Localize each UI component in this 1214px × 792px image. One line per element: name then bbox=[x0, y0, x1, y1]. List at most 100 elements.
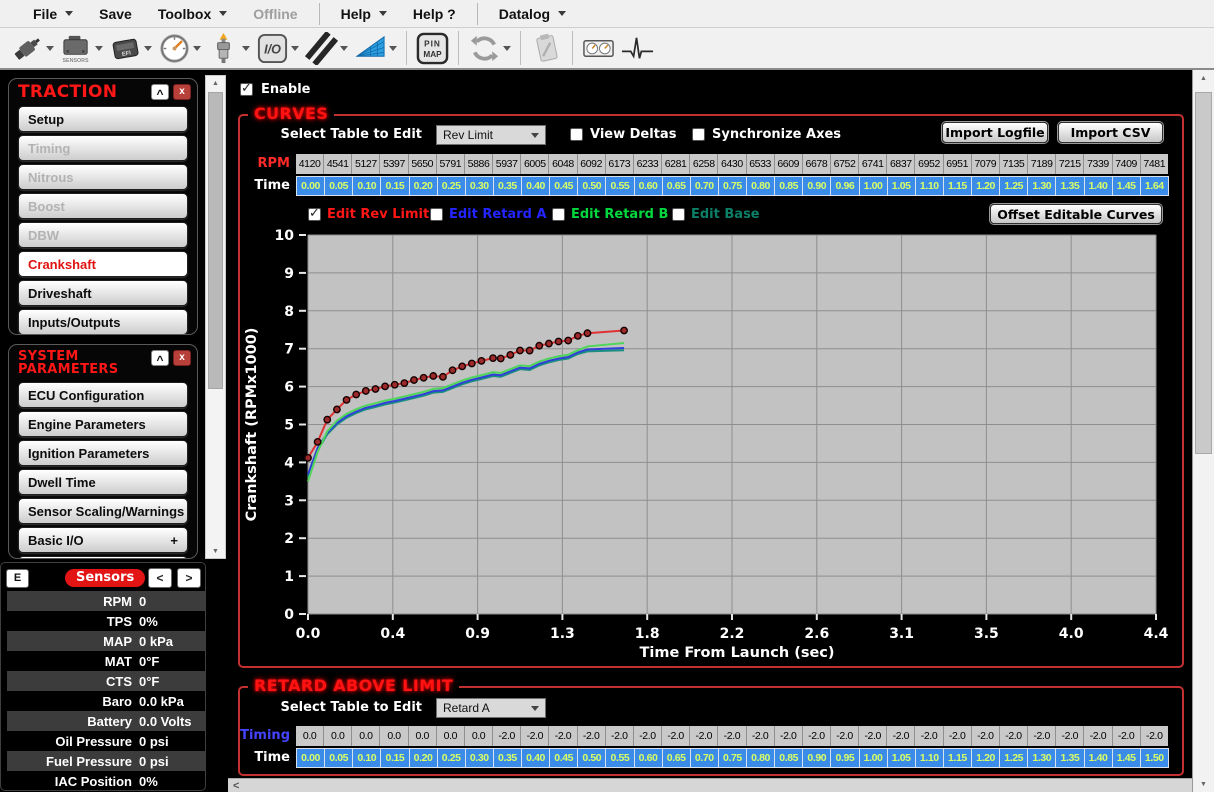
time-cell[interactable]: 0.25 bbox=[437, 748, 466, 768]
time-cell[interactable]: 0.25 bbox=[437, 176, 466, 196]
checkbox[interactable] bbox=[430, 208, 443, 221]
checkbox[interactable] bbox=[308, 208, 321, 221]
time-cell[interactable]: 1.45 bbox=[1112, 176, 1141, 196]
timing-cell[interactable]: -2.0 bbox=[803, 726, 831, 746]
spark-plug-tool-button[interactable] bbox=[207, 32, 250, 65]
timing-cell[interactable]: -2.0 bbox=[549, 726, 577, 746]
time-cell[interactable]: 1.35 bbox=[1055, 176, 1084, 196]
system-parameters-minimize-button[interactable] bbox=[151, 350, 169, 366]
time-cell[interactable]: 0.05 bbox=[324, 748, 353, 768]
sensors-tool-button[interactable]: SENSORS bbox=[60, 32, 103, 65]
io-tool-button[interactable]: I/O bbox=[256, 32, 299, 65]
timing-cell[interactable]: -2.0 bbox=[831, 726, 859, 746]
time-cell[interactable]: 0.60 bbox=[634, 748, 663, 768]
time-cell[interactable]: 0.05 bbox=[324, 176, 353, 196]
gauge-tool-button[interactable] bbox=[158, 32, 201, 65]
horizontal-scrollbar[interactable] bbox=[228, 778, 1192, 792]
time-cell[interactable]: 0.35 bbox=[493, 176, 522, 196]
traction-crankshaft-button[interactable]: Crankshaft bbox=[18, 251, 188, 277]
timing-cell[interactable]: 0.0 bbox=[409, 726, 437, 746]
timing-cell[interactable]: -2.0 bbox=[493, 726, 521, 746]
map-cone-tool-button[interactable] bbox=[354, 32, 397, 65]
timing-cell[interactable]: -2.0 bbox=[521, 726, 549, 746]
menu-item-help[interactable]: Help bbox=[328, 6, 400, 22]
system-closed-loop-learn-button[interactable]: Closed Loop/Learn+ bbox=[18, 556, 188, 559]
time-cell[interactable]: 0.60 bbox=[634, 176, 663, 196]
menu-item-help-question[interactable]: Help ? bbox=[400, 6, 469, 22]
vertical-scrollbar[interactable] bbox=[1192, 70, 1214, 792]
time-cell[interactable]: 0.50 bbox=[577, 748, 606, 768]
edit-curve-toggle-edit-retard-a[interactable]: Edit Retard A bbox=[430, 207, 547, 222]
timing-cell[interactable]: -2.0 bbox=[718, 726, 746, 746]
scroll-up-icon[interactable] bbox=[206, 76, 225, 90]
time-cell[interactable]: 0.90 bbox=[802, 176, 831, 196]
sensors-next-button[interactable] bbox=[177, 568, 201, 588]
time-cell[interactable]: 0.75 bbox=[718, 176, 747, 196]
timing-cell[interactable]: -2.0 bbox=[1084, 726, 1112, 746]
system-sensor-scaling-warnings-button[interactable]: Sensor Scaling/Warnings+ bbox=[18, 498, 188, 524]
timing-cell[interactable]: -2.0 bbox=[690, 726, 718, 746]
time-cell[interactable]: 0.95 bbox=[830, 748, 859, 768]
edit-curve-toggle-edit-rev-limit[interactable]: Edit Rev Limit bbox=[308, 207, 429, 222]
timing-cell[interactable]: 0.0 bbox=[437, 726, 465, 746]
system-parameters-close-button[interactable] bbox=[173, 350, 191, 366]
traction-close-button[interactable] bbox=[173, 84, 191, 100]
timing-cell[interactable]: 0.0 bbox=[465, 726, 493, 746]
timing-cell[interactable]: -2.0 bbox=[859, 726, 887, 746]
timing-cell[interactable]: -2.0 bbox=[944, 726, 972, 746]
checkbox[interactable] bbox=[672, 208, 685, 221]
time-cell[interactable]: 1.15 bbox=[943, 748, 972, 768]
timing-cell[interactable]: -2.0 bbox=[775, 726, 803, 746]
time-cell[interactable]: 0.80 bbox=[746, 176, 775, 196]
time-cell[interactable]: 1.30 bbox=[1027, 748, 1056, 768]
system-ecu-configuration-button[interactable]: ECU Configuration bbox=[18, 382, 188, 408]
menu-item-datalog[interactable]: Datalog bbox=[486, 6, 579, 22]
time-cell[interactable]: 1.25 bbox=[999, 176, 1028, 196]
sync-tool-button[interactable] bbox=[468, 32, 511, 65]
time-cell[interactable]: 0.85 bbox=[774, 748, 803, 768]
time-cell[interactable]: 0.35 bbox=[493, 748, 522, 768]
view-deltas-checkbox[interactable] bbox=[570, 128, 583, 141]
time-cell[interactable]: 1.00 bbox=[859, 748, 888, 768]
offset-editable-curves-button[interactable]: Offset Editable Curves bbox=[990, 204, 1162, 224]
view-deltas-toggle[interactable]: View Deltas bbox=[570, 127, 676, 142]
menu-item-toolbox[interactable]: Toolbox bbox=[145, 6, 240, 22]
traction-setup-button[interactable]: Setup bbox=[18, 106, 188, 132]
time-cell[interactable]: 0.40 bbox=[521, 176, 550, 196]
traction-inputs-outputs-button[interactable]: Inputs/Outputs bbox=[18, 309, 188, 335]
time-cell[interactable]: 1.30 bbox=[1027, 176, 1056, 196]
curves-table-select-dropdown[interactable]: Rev Limit bbox=[436, 125, 546, 145]
timing-cell[interactable]: 0.0 bbox=[324, 726, 352, 746]
time-cell[interactable]: 0.55 bbox=[605, 748, 634, 768]
belt-tool-button[interactable] bbox=[305, 32, 348, 65]
time-cell[interactable]: 0.85 bbox=[774, 176, 803, 196]
time-cell[interactable]: 0.10 bbox=[352, 176, 381, 196]
enable-checkbox[interactable] bbox=[240, 83, 253, 96]
time-cell[interactable]: 0.45 bbox=[549, 176, 578, 196]
notes-tool-button[interactable] bbox=[530, 32, 563, 65]
time-cell[interactable]: 0.20 bbox=[409, 176, 438, 196]
time-cell[interactable]: 0.45 bbox=[549, 748, 578, 768]
time-cell[interactable]: 0.96 bbox=[830, 176, 859, 196]
system-ignition-parameters-button[interactable]: Ignition Parameters bbox=[18, 440, 188, 466]
timing-cell[interactable]: -2.0 bbox=[887, 726, 915, 746]
time-cell[interactable]: 0.30 bbox=[465, 748, 494, 768]
timing-cell[interactable]: -2.0 bbox=[662, 726, 690, 746]
time-cell[interactable]: 0.15 bbox=[380, 748, 409, 768]
time-cell[interactable]: 0.65 bbox=[662, 748, 691, 768]
time-cell[interactable]: 1.40 bbox=[1084, 748, 1113, 768]
checkbox[interactable] bbox=[552, 208, 565, 221]
time-cell[interactable]: 1.50 bbox=[1140, 748, 1169, 768]
time-cell[interactable]: 1.10 bbox=[915, 176, 944, 196]
enable-toggle[interactable]: Enable bbox=[240, 82, 311, 97]
scroll-down-icon[interactable] bbox=[1193, 776, 1214, 792]
timing-cell[interactable]: -2.0 bbox=[1028, 726, 1056, 746]
time-cell[interactable]: 0.70 bbox=[690, 748, 719, 768]
sensors-prev-button[interactable] bbox=[148, 568, 172, 588]
time-cell[interactable]: 0.20 bbox=[409, 748, 438, 768]
time-cell[interactable]: 1.15 bbox=[943, 176, 972, 196]
traction-driveshaft-button[interactable]: Driveshaft bbox=[18, 280, 188, 306]
synchronize-axes-checkbox[interactable] bbox=[692, 128, 705, 141]
time-cell[interactable]: 0.75 bbox=[718, 748, 747, 768]
traction-minimize-button[interactable] bbox=[151, 84, 169, 100]
